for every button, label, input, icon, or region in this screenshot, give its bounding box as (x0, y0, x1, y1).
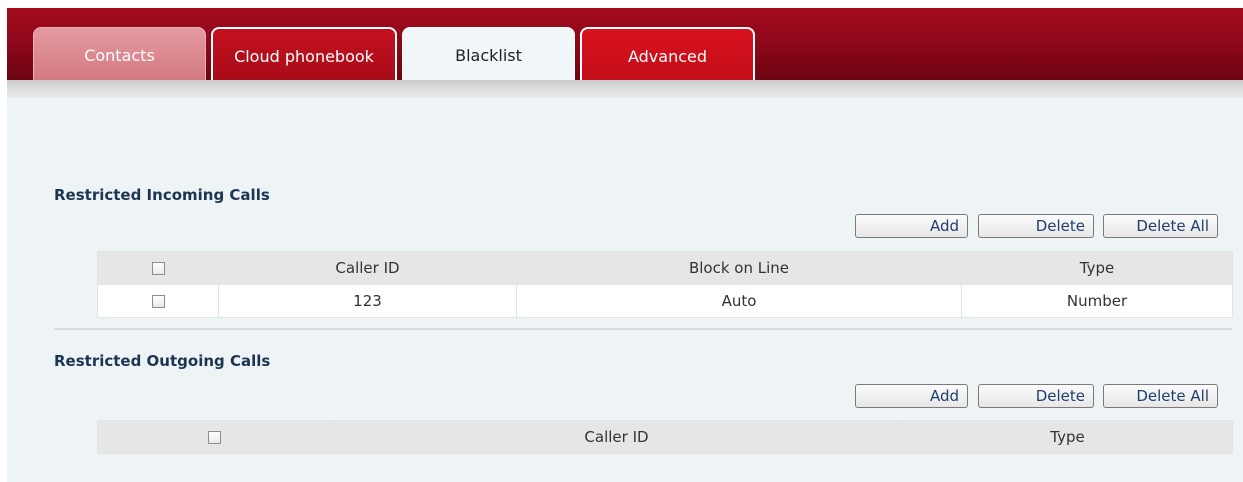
tab-cloud-phonebook[interactable]: Cloud phonebook (211, 27, 397, 80)
incoming-table-header: Caller ID Block on Line Type (97, 251, 1233, 285)
incoming-delete-button[interactable]: Delete (978, 214, 1094, 238)
outgoing-add-button[interactable]: Add (855, 384, 968, 408)
header-shadow (7, 80, 1243, 98)
row-type: Number (961, 284, 1233, 318)
incoming-section-title: Restricted Incoming Calls (54, 186, 270, 204)
incoming-column-type: Type (961, 251, 1233, 285)
outgoing-column-caller-id: Caller ID (330, 420, 903, 454)
outgoing-select-all-cell (97, 420, 331, 454)
tab-contacts[interactable]: Contacts (33, 27, 206, 80)
outgoing-delete-button[interactable]: Delete (978, 384, 1094, 408)
outgoing-section-title: Restricted Outgoing Calls (54, 352, 271, 370)
outgoing-select-all-checkbox[interactable] (207, 431, 221, 444)
incoming-column-block-on-line: Block on Line (516, 251, 962, 285)
table-row: 123 Auto Number (97, 284, 1233, 318)
incoming-delete-all-button[interactable]: Delete All (1103, 214, 1218, 238)
outgoing-column-type: Type (902, 420, 1233, 454)
section-divider (54, 328, 1232, 330)
outgoing-delete-all-button[interactable]: Delete All (1103, 384, 1218, 408)
incoming-column-caller-id: Caller ID (218, 251, 517, 285)
incoming-table: Caller ID Block on Line Type 123 Auto Nu… (97, 251, 1233, 318)
row-select-cell (97, 284, 219, 318)
tab-blacklist[interactable]: Blacklist (402, 27, 575, 80)
outgoing-table-header: Caller ID Type (97, 420, 1233, 454)
outgoing-table: Caller ID Type (97, 420, 1233, 454)
incoming-select-all-checkbox[interactable] (151, 262, 165, 275)
phonebook-page: Contacts Cloud phonebook Blacklist Advan… (0, 0, 1243, 482)
tab-advanced[interactable]: Advanced (580, 27, 755, 80)
incoming-select-all-cell (97, 251, 219, 285)
row-block-on-line: Auto (516, 284, 962, 318)
row-caller-id: 123 (218, 284, 517, 318)
incoming-add-button[interactable]: Add (855, 214, 968, 238)
row-checkbox[interactable] (151, 295, 165, 308)
